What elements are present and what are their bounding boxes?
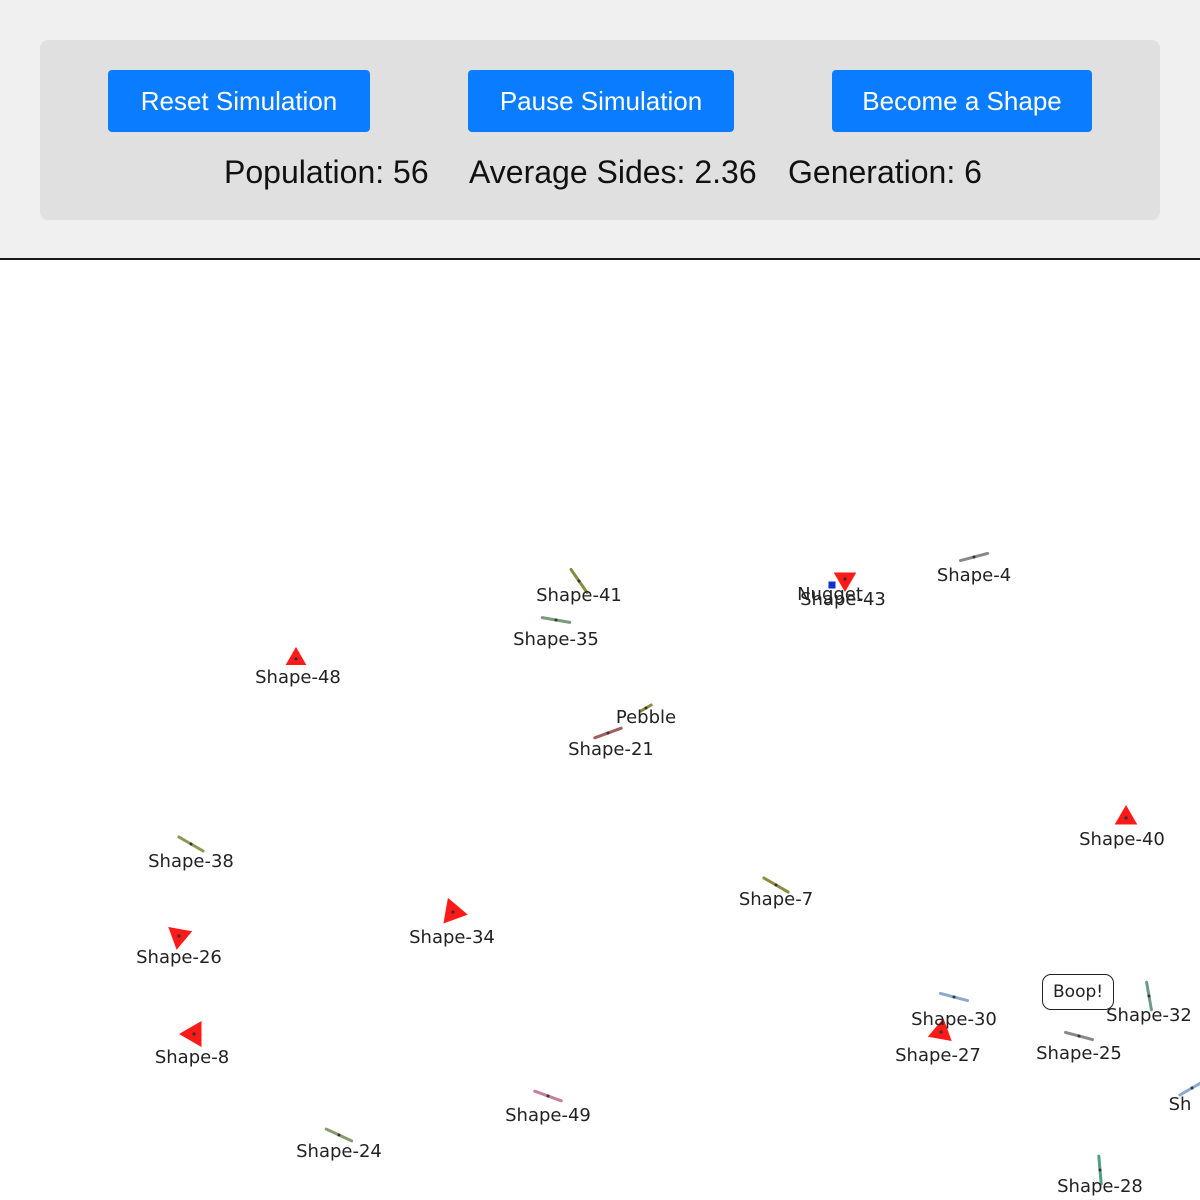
shape-eye-shape-34 [451, 910, 455, 914]
control-header: Reset Simulation Pause Simulation Become… [0, 0, 1200, 260]
shape-eye-shape-8 [192, 1032, 196, 1036]
shape-body-shape-8[interactable] [179, 1021, 202, 1047]
shape-label-shape-27: Shape-27 [895, 1045, 981, 1066]
shape-label-shape-26: Shape-26 [136, 947, 222, 968]
shape-body-shape-40[interactable] [1114, 805, 1138, 825]
shape-eye-shape-48 [294, 657, 298, 661]
simulation-canvas[interactable]: Boop! Shape-41 Shape-35 Shape-43 Nugget Shap… [0, 262, 1200, 1200]
shape-eye-shape-41 [577, 579, 581, 583]
shape-eye-shape-4 [972, 555, 976, 559]
shape-eye-sh [1190, 1086, 1194, 1090]
shape-eye-shape-28 [1098, 1168, 1102, 1172]
shape-eye-shape-32 [1147, 994, 1151, 998]
reset-simulation-button[interactable]: Reset Simulation [108, 70, 370, 132]
shape-label-shape-32: Shape-32 [1106, 1005, 1192, 1026]
shape-eye-shape-35 [554, 618, 558, 622]
shape-label-shape-25: Shape-25 [1036, 1043, 1122, 1064]
shape-body-sh[interactable] [1178, 1081, 1200, 1097]
shape-eye-shape-38 [189, 842, 193, 846]
become-a-shape-button[interactable]: Become a Shape [832, 70, 1092, 132]
shape-label-shape-41: Shape-41 [536, 585, 622, 606]
shape-label-shape-4: Shape-4 [936, 565, 1012, 586]
shape-eye-shape-49 [546, 1094, 550, 1098]
shape-eye-shape-26 [177, 934, 181, 938]
generation-stat: Generation: 6 [788, 154, 982, 190]
shape-eye-shape-25 [1077, 1034, 1081, 1038]
shape-eye-shape-7 [774, 883, 778, 887]
shape-label-shape-48: Shape-48 [255, 667, 341, 688]
shape-eye-shape-40 [1124, 816, 1128, 820]
shape-label-shape-49: Shape-49 [505, 1105, 591, 1126]
shape-label-shape-8: Shape-8 [154, 1047, 230, 1068]
shape-label-shape-40: Shape-40 [1079, 829, 1165, 850]
shape-label-shape-28: Shape-28 [1057, 1176, 1143, 1197]
shape-label-shape-21: Shape-21 [568, 739, 654, 760]
shape-label-shape-24: Shape-24 [296, 1141, 382, 1162]
shape-label-shape-30: Shape-30 [911, 1009, 997, 1030]
shape-body-shape-34[interactable] [443, 897, 468, 924]
shape-eye-shape-24 [337, 1133, 341, 1137]
shape-label-shape-38: Shape-38 [148, 851, 234, 872]
shape-label-pebble: Pebble [615, 707, 677, 728]
shape-body-shape-48[interactable] [285, 647, 307, 665]
pause-simulation-button[interactable]: Pause Simulation [468, 70, 734, 132]
shape-eye-shape-30 [952, 995, 956, 999]
shape-label-nugget: Nugget [797, 584, 863, 605]
shape-eye-shape-27 [939, 1030, 943, 1034]
control-panel: Reset Simulation Pause Simulation Become… [40, 40, 1160, 220]
population-stat: Population: 56 [224, 154, 429, 190]
shape-eye-shape-43 [843, 577, 847, 581]
shape-label-shape-35: Shape-35 [513, 629, 599, 650]
speech-bubble: Boop! [1042, 974, 1115, 1010]
average-sides-stat: Average Sides: 2.36 [469, 154, 757, 190]
shape-label-shape-34: Shape-34 [409, 927, 495, 948]
shape-label-shape-7: Shape-7 [738, 889, 814, 910]
shape-eye-pebble [606, 731, 610, 735]
shape-label-sh: Sh [1168, 1094, 1192, 1115]
